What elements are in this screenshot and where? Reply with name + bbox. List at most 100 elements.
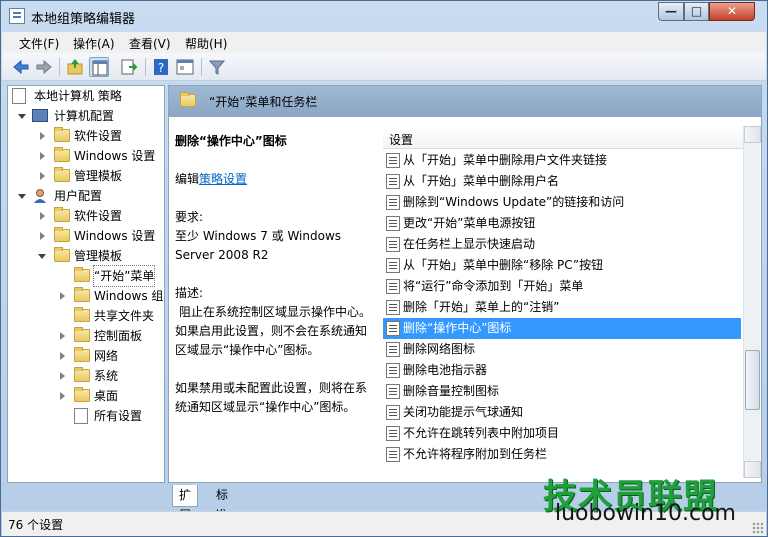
policy-setting-icon	[386, 447, 400, 462]
setting-row[interactable]: 删除音量控制图标	[383, 381, 741, 402]
minimize-button[interactable]: —	[658, 2, 684, 21]
menu-bar: 文件(F) 操作(A) 查看(V) 帮助(H)	[2, 32, 766, 53]
collapsed-arrow-icon[interactable]	[40, 172, 45, 180]
forward-arrow-icon[interactable]	[34, 57, 54, 77]
collapsed-arrow-icon[interactable]	[60, 392, 65, 400]
collapsed-arrow-icon[interactable]	[40, 132, 45, 140]
scroll-thumb[interactable]	[745, 350, 760, 410]
tab-extended[interactable]: 扩展	[172, 485, 199, 522]
help-icon[interactable]: ?	[151, 57, 171, 77]
folder-icon	[74, 287, 90, 302]
setting-row[interactable]: 从「开始」菜单中删除用户名	[383, 171, 741, 192]
expanded-arrow-icon[interactable]	[38, 254, 46, 259]
settings-list[interactable]: 设置 从「开始」菜单中删除用户文件夹链接从「开始」菜单中删除用户名删除到“Win…	[383, 126, 743, 478]
requirements-text: 至少 Windows 7 或 Windows Server 2008 R2	[175, 229, 342, 262]
collapsed-arrow-icon[interactable]	[60, 332, 65, 340]
menu-help[interactable]: 帮助(H)	[185, 35, 227, 52]
title-bar[interactable]: 本地组策略编辑器 — □ ✕	[1, 1, 767, 31]
setting-label: 删除“操作中心”图标	[403, 321, 512, 335]
setting-row[interactable]: 在任务栏上显示快速启动	[383, 234, 741, 255]
setting-label: 从「开始」菜单中删除用户文件夹链接	[403, 153, 608, 167]
setting-row[interactable]: 从「开始」菜单中删除用户文件夹链接	[383, 150, 741, 171]
close-button[interactable]: ✕	[709, 2, 755, 21]
setting-label: 不允许将程序附加到任务栏	[403, 447, 548, 461]
setting-label: 删除「开始」菜单上的“注销”	[403, 300, 560, 314]
policy-icon	[12, 88, 26, 104]
collapsed-arrow-icon[interactable]	[60, 372, 65, 380]
setting-row[interactable]: 删除“操作中心”图标	[383, 318, 741, 339]
description-title: 删除“操作中心”图标	[175, 134, 287, 148]
toolbar-separator	[59, 58, 60, 76]
menu-action[interactable]: 操作(A)	[73, 35, 115, 52]
collapsed-arrow-icon[interactable]	[40, 232, 45, 240]
setting-label: 不允许在跳转列表中附加项目	[403, 426, 560, 440]
folder-icon	[74, 307, 90, 322]
setting-label: 删除网络图标	[403, 342, 476, 356]
folder-icon	[74, 267, 90, 282]
expanded-arrow-icon[interactable]	[18, 194, 26, 199]
up-folder-icon[interactable]	[65, 57, 85, 77]
setting-label: 将“运行”命令添加到「开始」菜单	[403, 279, 584, 293]
setting-label: 删除到“Windows Update”的链接和访问	[403, 195, 625, 209]
details-pane: “开始”菜单和任务栏 删除“操作中心”图标 编辑策略设置 要求: 至少 Wind…	[168, 85, 762, 483]
folder-icon	[74, 327, 90, 342]
policy-setting-icon	[386, 216, 400, 231]
folder-icon	[180, 92, 196, 107]
folder-icon	[54, 127, 70, 142]
collapsed-arrow-icon[interactable]	[60, 292, 65, 300]
policy-settings-link[interactable]: 策略设置	[199, 172, 247, 186]
back-arrow-icon[interactable]	[11, 57, 31, 77]
expanded-arrow-icon[interactable]	[18, 114, 26, 119]
folder-open-icon	[54, 247, 70, 262]
folder-icon	[74, 367, 90, 382]
setting-label: 删除电池指示器	[403, 363, 488, 377]
main-window: 本地组策略编辑器 — □ ✕ 文件(F) 操作(A) 查看(V) 帮助(H) ?	[0, 0, 768, 537]
tree-pane[interactable]: 本地计算机 策略 计算机配置 软件设置 Windows 设置 管理模板 用户配置…	[7, 85, 165, 483]
setting-label: 关闭功能提示气球通知	[403, 405, 524, 419]
svg-text:?: ?	[158, 61, 164, 75]
setting-row[interactable]: 将“运行”命令添加到「开始」菜单	[383, 276, 741, 297]
setting-row[interactable]: 不允许在跳转列表中附加项目	[383, 423, 741, 444]
maximize-button[interactable]: □	[684, 2, 709, 21]
setting-row[interactable]: 关闭功能提示气球通知	[383, 402, 741, 423]
show-hide-tree-icon[interactable]	[89, 57, 109, 77]
description-panel: 删除“操作中心”图标 编辑策略设置 要求: 至少 Windows 7 或 Win…	[175, 132, 375, 417]
folder-icon	[74, 347, 90, 362]
requirements-label: 要求:	[175, 210, 204, 224]
watermark-url: luobowin10.com	[555, 501, 736, 526]
tab-standard[interactable]: 标准	[210, 485, 234, 522]
status-text: 76 个设置	[8, 518, 64, 532]
setting-row[interactable]: 删除到“Windows Update”的链接和访问	[383, 192, 741, 213]
setting-row[interactable]: 从「开始」菜单中删除“移除 PC”按钮	[383, 255, 741, 276]
setting-row[interactable]: 删除电池指示器	[383, 360, 741, 381]
setting-label: 删除音量控制图标	[403, 384, 500, 398]
policy-setting-icon	[386, 384, 400, 399]
filter-icon[interactable]	[207, 57, 227, 77]
column-header-setting[interactable]: 设置	[383, 126, 743, 149]
setting-label: 从「开始」菜单中删除“移除 PC”按钮	[403, 258, 604, 272]
collapsed-arrow-icon[interactable]	[40, 152, 45, 160]
app-icon	[9, 8, 25, 24]
setting-row[interactable]: 更改“开始”菜单电源按钮	[383, 213, 741, 234]
export-list-icon[interactable]	[119, 57, 139, 77]
setting-row[interactable]: 删除「开始」菜单上的“注销”	[383, 297, 741, 318]
setting-label: 在任务栏上显示快速启动	[403, 237, 536, 251]
scroll-up-button[interactable]	[744, 126, 761, 143]
policy-setting-icon	[386, 300, 400, 315]
collapsed-arrow-icon[interactable]	[40, 212, 45, 220]
setting-row[interactable]: 删除网络图标	[383, 339, 741, 360]
policy-setting-icon	[386, 405, 400, 420]
user-icon	[32, 188, 48, 204]
collapsed-arrow-icon[interactable]	[60, 352, 65, 360]
policy-setting-icon	[386, 195, 400, 210]
menu-view[interactable]: 查看(V)	[129, 35, 171, 52]
all-settings-icon	[74, 408, 88, 424]
details-header: “开始”菜单和任务栏	[169, 86, 761, 117]
computer-icon	[32, 109, 48, 122]
vertical-scrollbar[interactable]	[743, 126, 761, 478]
properties-icon[interactable]	[175, 57, 195, 77]
setting-row[interactable]: 不允许将程序附加到任务栏	[383, 444, 741, 465]
description-label: 描述:	[175, 286, 204, 300]
watermark-logo: 技术员联盟 luobowin10.com	[541, 469, 765, 531]
menu-file[interactable]: 文件(F)	[19, 35, 59, 52]
